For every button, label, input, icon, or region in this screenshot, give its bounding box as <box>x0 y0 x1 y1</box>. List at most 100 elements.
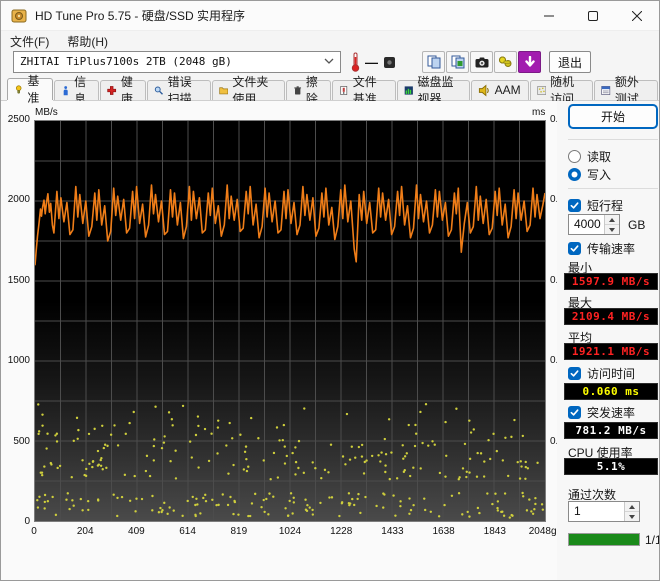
write-label: 写入 <box>587 168 612 182</box>
drive-temp-icon <box>384 56 395 68</box>
y-left-tick: 1500 <box>7 274 30 286</box>
x-tick: 0 <box>31 526 37 537</box>
copy-image-icon <box>451 55 464 69</box>
y-left-tick: 1000 <box>7 355 30 367</box>
transfer-rate-checkbox[interactable] <box>568 242 581 255</box>
tab-error-scan[interactable]: 错误扫描 <box>147 75 211 106</box>
write-option[interactable]: 写入 <box>568 166 611 183</box>
y-left-tick: 2500 <box>7 114 30 125</box>
progress-label: 1/1 <box>645 533 659 547</box>
tab-bar: 基准 信息 健康 错误扫描 文件夹使用 擦除 文件基准 磁盘监视器 AAM 随机… <box>1 74 659 106</box>
pass-count-down-button[interactable] <box>625 512 639 521</box>
save-results-button[interactable] <box>518 51 541 73</box>
error-scan-icon <box>154 86 164 95</box>
copy-image-button[interactable] <box>446 51 469 73</box>
y-left-tick: 500 <box>13 435 30 447</box>
title-bar: HD Tune Pro 5.75 - 硬盘/SSD 实用程序 <box>1 1 659 31</box>
short-stroke-checkbox[interactable] <box>568 199 581 212</box>
avg-value-display: 1921.1 MB/s <box>564 343 658 360</box>
pass-count-value: 1 <box>574 504 581 518</box>
folder-usage-icon <box>219 86 229 94</box>
write-radio[interactable] <box>568 168 581 181</box>
x-tick: 1433 <box>381 526 404 537</box>
capacity-spinner[interactable]: 4000 <box>568 214 620 235</box>
tab-info[interactable]: 信息 <box>53 75 100 106</box>
window-title: HD Tune Pro 5.75 - 硬盘/SSD 实用程序 <box>35 9 246 23</box>
tab-file-benchmark[interactable]: 文件基准 <box>332 75 396 106</box>
transfer-rate-label: 传输速率 <box>587 242 636 256</box>
benchmark-chart: MB/s ms 250020001500100050000.500.400.30… <box>1 101 570 580</box>
y-left-axis-unit: MB/s <box>35 107 58 118</box>
tab-health[interactable]: 健康 <box>100 75 147 106</box>
start-button[interactable]: 开始 <box>568 104 658 129</box>
read-label: 读取 <box>587 150 612 164</box>
short-stroke-option[interactable]: 短行程 <box>568 197 623 214</box>
x-tick: 1024 <box>278 526 302 537</box>
maximize-button[interactable] <box>571 1 615 31</box>
separator <box>568 188 658 189</box>
burst-rate-checkbox[interactable] <box>568 406 581 419</box>
max-value-display: 2109.4 MB/s <box>564 308 658 325</box>
maximize-icon <box>588 11 598 21</box>
burst-rate-label: 突发速率 <box>587 406 636 420</box>
tab-folder-usage[interactable]: 文件夹使用 <box>211 75 285 106</box>
pass-count-spinner[interactable]: 1 <box>568 501 640 522</box>
toolbar: ZHITAI TiPlus7100s 2TB (2048 gB) — 退出 <box>1 51 659 75</box>
options-button[interactable] <box>494 51 517 73</box>
pass-count-up-button[interactable] <box>625 502 639 512</box>
read-radio[interactable] <box>568 150 581 163</box>
min-value-display: 1597.9 MB/s <box>564 273 658 290</box>
tab-label: 基准 <box>27 74 40 105</box>
read-option[interactable]: 读取 <box>568 148 611 165</box>
drive-selector[interactable]: ZHITAI TiPlus7100s 2TB (2048 gB) <box>13 51 341 73</box>
x-tick: 1638 <box>432 526 455 537</box>
tab-aam[interactable]: AAM <box>470 80 529 100</box>
y-left-tick: 2000 <box>7 194 30 206</box>
app-window: HD Tune Pro 5.75 - 硬盘/SSD 实用程序 文件(F) 帮助(… <box>0 0 660 581</box>
x-tick: 204 <box>76 526 94 537</box>
capacity-unit-label: GB <box>628 217 646 232</box>
plot-area <box>34 120 546 522</box>
capacity-value: 4000 <box>574 217 601 231</box>
app-icon <box>11 9 27 22</box>
close-button[interactable] <box>615 1 659 31</box>
x-tick: 614 <box>179 526 196 537</box>
tab-random-access[interactable]: 随机访问 <box>529 75 594 106</box>
access-time-checkbox[interactable] <box>568 367 581 380</box>
erase-icon <box>293 85 301 95</box>
burst-rate-option[interactable]: 突发速率 <box>568 404 635 421</box>
burst-rate-display: 781.2 MB/s <box>564 422 658 439</box>
disk-monitor-icon <box>404 85 413 95</box>
y-right-axis-unit: ms <box>532 107 546 118</box>
check-icon <box>570 202 579 209</box>
pass-count-control: 1 <box>568 501 640 522</box>
minimize-button[interactable] <box>527 1 571 31</box>
tab-extra-tests[interactable]: 额外测试 <box>594 75 658 106</box>
close-icon <box>632 11 642 21</box>
exit-button[interactable]: 退出 <box>549 51 591 73</box>
access-time-option[interactable]: 访问时间 <box>568 365 635 382</box>
save-results-icon <box>524 55 535 67</box>
x-tick: 819 <box>230 526 248 537</box>
benchmark-icon <box>15 84 22 93</box>
random-access-icon <box>536 85 546 95</box>
capacity-down-button[interactable] <box>605 225 619 234</box>
tab-disk-monitor[interactable]: 磁盘监视器 <box>396 75 470 106</box>
transfer-rate-option[interactable]: 传输速率 <box>568 240 635 257</box>
keys-icon <box>499 56 512 67</box>
copy-text-button[interactable] <box>422 51 445 73</box>
access-time-display: 0.060 ms <box>564 383 658 400</box>
chevron-down-icon <box>324 58 334 64</box>
screenshot-camera-icon <box>475 57 488 67</box>
check-icon <box>570 409 579 416</box>
tab-erase[interactable]: 擦除 <box>285 75 332 106</box>
health-icon <box>107 85 117 95</box>
tab-benchmark[interactable]: 基准 <box>7 74 53 105</box>
screenshot-button[interactable] <box>470 51 493 73</box>
x-tick: 1228 <box>330 526 353 537</box>
menu-help[interactable]: 帮助(H) <box>58 31 117 52</box>
menu-file[interactable]: 文件(F) <box>1 31 58 52</box>
x-tick: 409 <box>128 526 145 537</box>
separator <box>568 139 658 140</box>
capacity-up-button[interactable] <box>605 215 619 225</box>
